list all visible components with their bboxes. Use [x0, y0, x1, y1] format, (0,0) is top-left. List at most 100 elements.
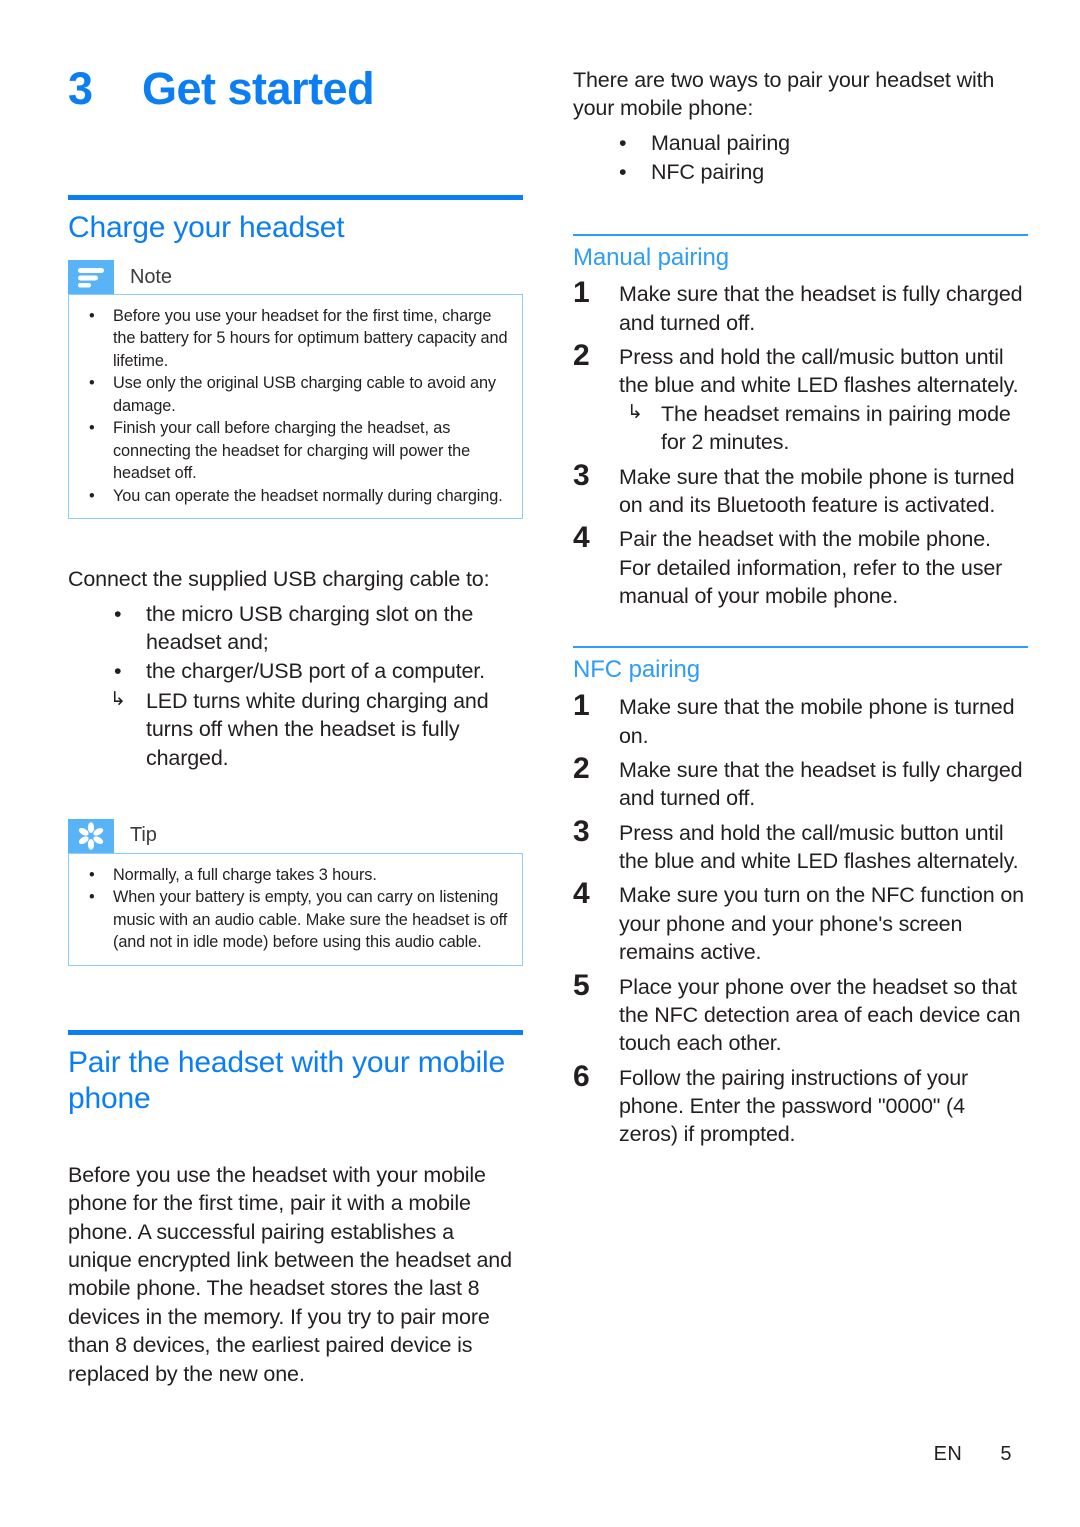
nfc-pairing-steps: 1 Make sure that the mobile phone is tur…	[573, 689, 1028, 1149]
charge-intro-text: Connect the supplied USB charging cable …	[68, 567, 490, 592]
note-item-text: Finish your call before charging the hea…	[113, 419, 471, 483]
step-item: 1 Make sure that the mobile phone is tur…	[573, 689, 1028, 750]
step-number: 4	[573, 877, 590, 911]
step-number: 2	[573, 751, 590, 785]
list-item: • the charger/USB port of a computer.	[68, 657, 523, 685]
step-text: Press and hold the call/music button unt…	[619, 820, 1019, 874]
note-callout: Note • Before you use your headset for th…	[68, 260, 523, 520]
footer-language: EN	[933, 1443, 963, 1465]
bullet-marker: •	[619, 160, 627, 185]
step-number: 3	[573, 814, 590, 848]
step-text: Follow the pairing instructions of your …	[619, 1065, 969, 1147]
tip-callout-header: Tip	[68, 818, 523, 853]
note-item: • You can operate the headset normally du…	[81, 485, 510, 507]
step-result: ↳ The headset remains in pairing mode for…	[619, 400, 1028, 457]
list-item-text: the charger/USB port of a computer.	[146, 659, 485, 684]
left-column: 3 Get started Charge your headset Note •…	[68, 66, 523, 1394]
note-item: • Use only the original USB charging cabl…	[81, 372, 510, 417]
step-result-text: The headset remains in pairing mode for …	[661, 401, 1011, 455]
step-text: Make sure that the mobile phone is turne…	[619, 695, 1015, 748]
arrow-marker-icon: ↳	[110, 688, 126, 710]
step-item: 3 Make sure that the mobile phone is tur…	[573, 459, 1028, 520]
chapter-number: 3	[68, 63, 93, 114]
list-item: • the micro USB charging slot on the head…	[68, 600, 523, 657]
footer-page-number: 5	[1000, 1443, 1012, 1465]
step-item: 4 Make sure you turn on the NFC function…	[573, 877, 1028, 966]
step-item: 3 Press and hold the call/music button u…	[573, 815, 1028, 876]
tip-item-text: Normally, a full charge takes 3 hours.	[113, 865, 377, 884]
step-number: 4	[573, 521, 590, 555]
note-item-text: Use only the original USB charging cable…	[113, 374, 496, 415]
step-number: 1	[573, 689, 590, 723]
pairing-ways-intro: There are two ways to pair your headset …	[573, 68, 995, 121]
tip-item: • When your battery is empty, you can car…	[81, 886, 510, 953]
note-item-text: You can operate the headset normally dur…	[113, 486, 503, 505]
subsection-rule-nfc	[573, 646, 1028, 649]
right-column: There are two ways to pair your headset …	[573, 66, 1028, 1155]
manual-pairing-steps: 1 Make sure that the headset is fully ch…	[573, 276, 1028, 610]
tip-item-text: When your battery is empty, you can carr…	[113, 888, 508, 952]
list-item-text: Manual pairing	[651, 130, 790, 155]
note-lines-icon	[68, 260, 114, 294]
step-text: Pair the headset with the mobile phone. …	[619, 527, 1003, 609]
chapter-title: Get started	[142, 63, 375, 114]
bullet-marker: •	[114, 659, 122, 684]
bullet-marker: •	[89, 374, 95, 393]
manual-page: 3 Get started Charge your headset Note •…	[0, 0, 1080, 1527]
step-number: 3	[573, 458, 590, 492]
step-number: 5	[573, 968, 590, 1002]
note-item: • Finish your call before charging the he…	[81, 417, 510, 484]
bullet-marker: •	[89, 307, 95, 325]
pair-intro-paragraph: Before you use the headset with your mob…	[68, 1162, 512, 1386]
note-item-text: Before you use your headset for the firs…	[113, 307, 508, 370]
step-number: 1	[573, 276, 590, 310]
bullet-marker: •	[89, 486, 95, 505]
section-rule-pair	[68, 1029, 523, 1035]
tip-item: • Normally, a full charge takes 3 hours.	[81, 864, 510, 886]
step-text: Place your phone over the headset so tha…	[619, 974, 1021, 1056]
note-callout-label: Note	[130, 265, 172, 288]
page-footer: EN 5	[0, 1443, 1012, 1466]
step-text: Make sure that the headset is fully char…	[619, 282, 1023, 335]
list-item-text: NFC pairing	[651, 160, 765, 185]
list-item: • Manual pairing	[573, 129, 1028, 157]
section-rule-charge	[68, 195, 523, 200]
note-callout-body: • Before you use your headset for the fir…	[68, 294, 523, 520]
bullet-marker: •	[89, 865, 95, 884]
tip-callout-body: • Normally, a full charge takes 3 hours. …	[68, 852, 523, 966]
step-item: 2 Press and hold the call/music button u…	[573, 339, 1028, 457]
step-result-list: ↳ The headset remains in pairing mode for…	[619, 400, 1028, 457]
step-item: 5 Place your phone over the headset so t…	[573, 969, 1028, 1058]
arrow-marker-icon: ↳	[627, 401, 643, 423]
bullet-marker: •	[114, 601, 122, 626]
step-number: 2	[573, 339, 590, 373]
note-item: • Before you use your headset for the fir…	[81, 305, 510, 372]
step-text: Make sure that the mobile phone is turne…	[619, 464, 1015, 517]
list-item-text: the micro USB charging slot on the heads…	[146, 601, 474, 655]
step-item: 6 Follow the pairing instructions of you…	[573, 1060, 1028, 1149]
step-number: 6	[573, 1059, 590, 1093]
step-text: Make sure that the headset is fully char…	[619, 757, 1023, 811]
step-item: 2 Make sure that the headset is fully ch…	[573, 752, 1028, 813]
list-item: • NFC pairing	[573, 158, 1028, 186]
charge-bullet-list: • the micro USB charging slot on the head…	[68, 600, 523, 772]
tip-asterisk-icon	[68, 818, 114, 853]
step-item: 1 Make sure that the headset is fully ch…	[573, 276, 1028, 337]
bullet-marker: •	[89, 419, 95, 438]
subsection-heading-nfc: NFC pairing	[573, 656, 700, 684]
step-text: Make sure you turn on the NFC function o…	[619, 883, 1024, 965]
bullet-marker: •	[619, 130, 627, 155]
tip-callout: Tip • Normally, a full charge takes 3 hou…	[68, 818, 523, 966]
section-heading-pair: Pair the headset with your mobile phone	[68, 1045, 505, 1115]
subsection-rule-manual	[573, 233, 1028, 236]
list-item-text: LED turns white during charging and turn…	[146, 688, 489, 770]
list-item-result: ↳ LED turns white during charging and tur…	[68, 687, 523, 772]
step-item: 4 Pair the headset with the mobile phone…	[573, 521, 1028, 610]
step-text: Press and hold the call/music button unt…	[619, 345, 1019, 398]
note-callout-header: Note	[68, 260, 523, 294]
subsection-heading-manual: Manual pairing	[573, 243, 730, 271]
section-heading-charge: Charge your headset	[68, 211, 345, 244]
chapter-heading: 3 Get started	[68, 66, 523, 111]
tip-callout-label: Tip	[130, 824, 157, 847]
pairing-ways-list: • Manual pairing • NFC pairing	[573, 129, 1028, 187]
